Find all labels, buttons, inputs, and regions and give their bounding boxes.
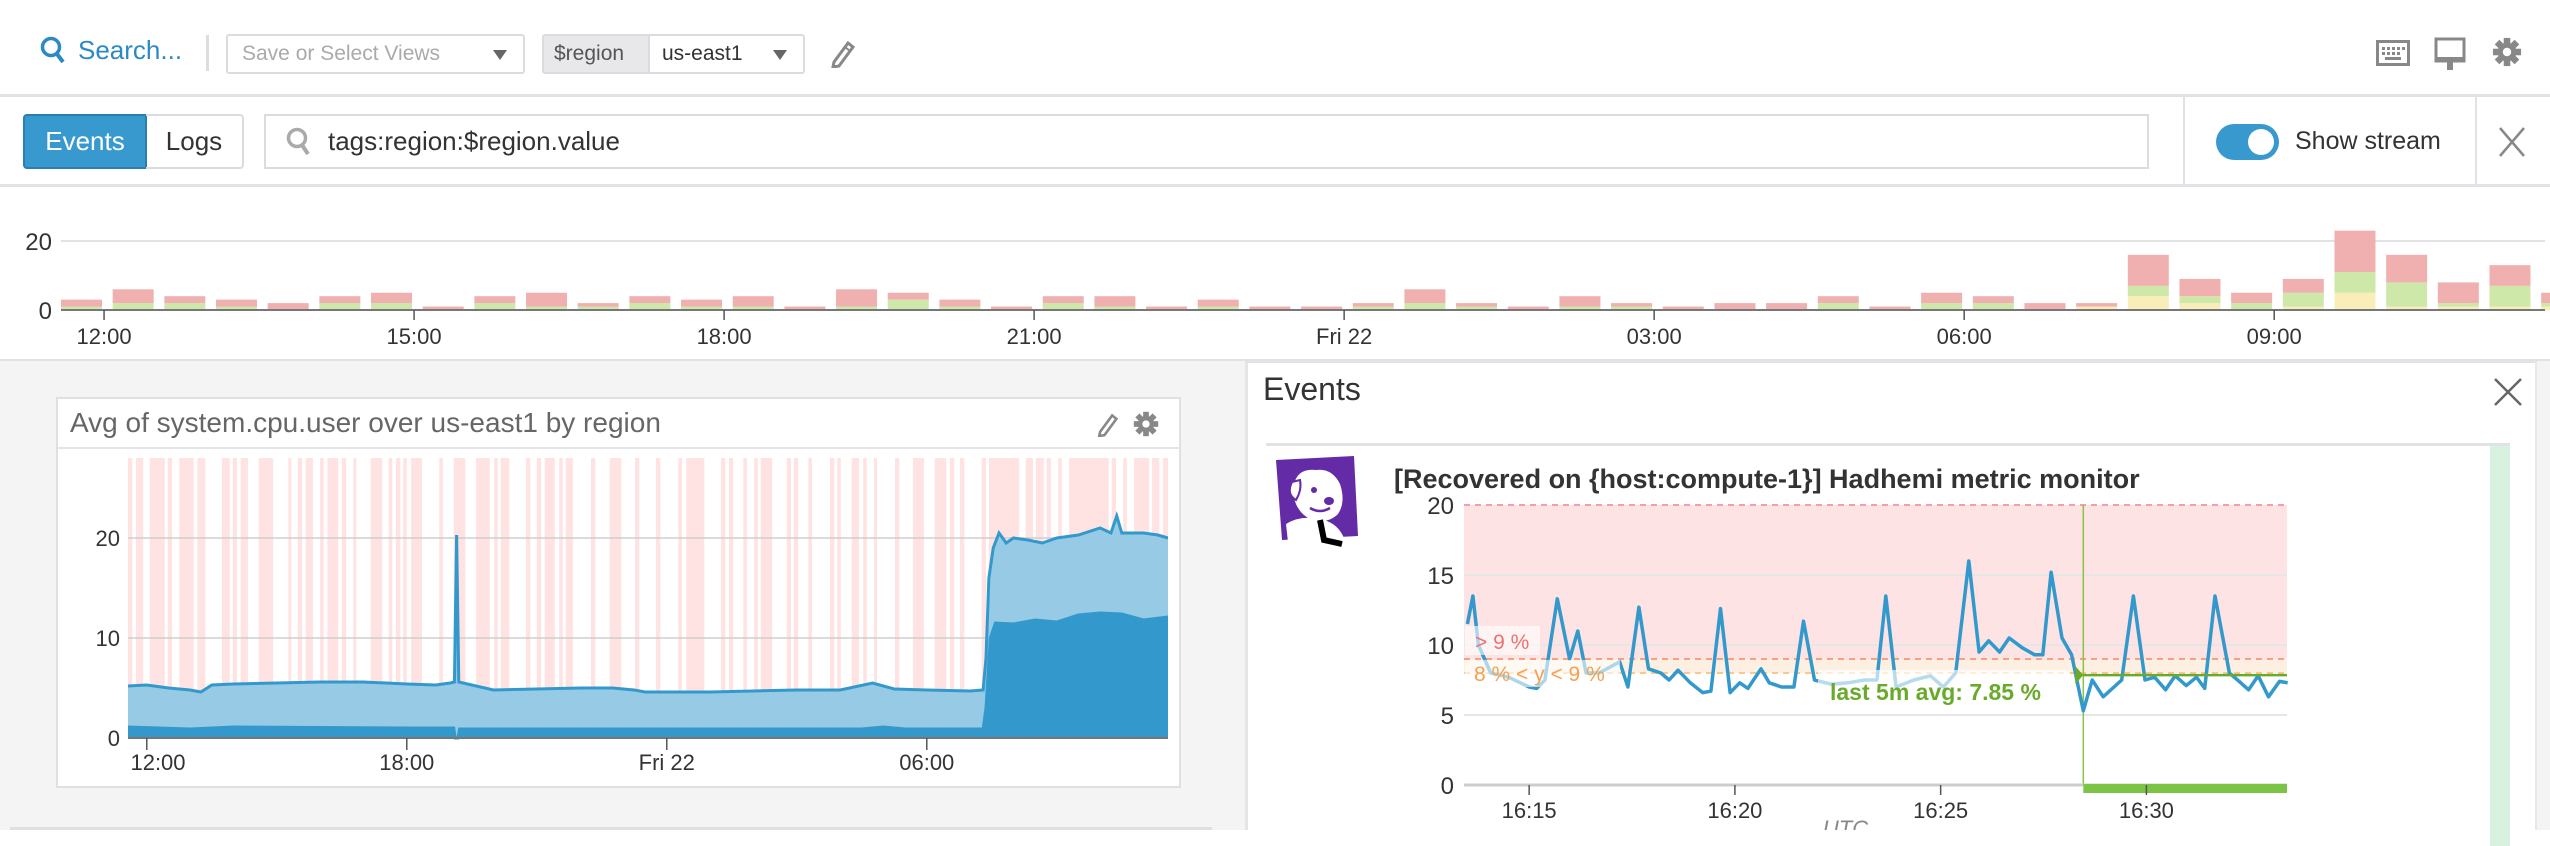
histogram-bar-segment [1972,303,2014,310]
histogram-bar-segment [2282,292,2324,307]
close-icon[interactable] [2493,377,2523,407]
histogram-bar-segment [2541,292,2550,304]
histogram-bar-segment [1921,303,1963,310]
histogram-bar-segment [2386,282,2428,307]
histogram-bar-segment [1766,303,1808,310]
toggle-knob [2248,129,2274,155]
histogram-bar-segment [1404,303,1446,310]
x-tick-label: 03:00 [1627,324,1682,349]
y-tick-label: 10 [96,626,120,651]
close-icon[interactable] [2498,126,2526,158]
monitor-icon[interactable] [2434,37,2466,71]
x-tick-label: Fri 22 [1316,324,1372,349]
histogram-bar-segment [2334,230,2376,273]
events-panel-title: Events [1263,371,1361,407]
histogram-bar-segment [2076,303,2118,307]
histogram-bar-segment [2179,303,2221,310]
histogram-bar-segment [1404,289,1446,304]
histogram-bar-segment [2179,296,2221,304]
gear-icon[interactable] [2492,36,2522,68]
histogram-bar-segment [2179,278,2221,297]
right-gutter [2535,361,2550,830]
event-card[interactable]: [Recovered on {host:compute-1}] Hadhemi … [1266,443,2510,846]
histogram-bar-segment [2489,285,2531,307]
histogram-bar-segment [2334,292,2376,310]
plot-area [128,458,1168,740]
x-tick-label: 09:00 [2247,324,2302,349]
histogram-bar-segment [2231,292,2273,304]
histogram-bar-segment [2231,303,2273,310]
histogram-bar-segment [1817,296,1859,304]
x-tick-label: 18:00 [379,750,434,775]
x-tick-label: 06:00 [1937,324,1992,349]
histogram-bar-segment [2127,254,2169,286]
histogram-bar-segment [2127,296,2169,310]
histogram-bar-segment [1611,303,1653,307]
histogram-bar-segment [2437,282,2479,304]
show-stream-toggle[interactable] [2216,124,2279,160]
show-stream-label: Show stream [2295,127,2441,155]
histogram-bar-segment [2334,272,2376,293]
histogram-bar-segment [2282,278,2324,293]
y-tick-label: 20 [96,526,120,551]
histogram-bar-segment [1456,303,1498,307]
histogram-bar-segment [2024,303,2066,310]
histogram-bar-segment [1714,303,1756,310]
histogram-bar-segment [1921,292,1963,304]
histogram-bar-segment [1559,296,1601,307]
event-title[interactable]: [Recovered on {host:compute-1}] Hadhemi … [1394,464,2140,495]
x-tick-label: Fri 22 [639,750,695,775]
x-tick-label: 06:00 [899,750,954,775]
divider [2183,97,2185,187]
x-tick-label: 12:00 [130,750,185,775]
histogram-bar-segment [1352,303,1394,307]
histogram-bar-segment [2127,285,2169,297]
histogram-bar-segment [2437,303,2479,307]
cpu-timeseries-chart[interactable]: 0 10 20 12:00 18:00 Fri 22 06:00 [0,0,1245,830]
histogram-bar-segment [2386,254,2428,283]
datadog-logo-avatar [1276,456,1358,547]
divider [2475,97,2477,187]
histogram-bar-segment [1817,303,1859,310]
y-tick-label: 0 [108,726,120,751]
keyboard-icon[interactable] [2376,40,2410,66]
histogram-bar-segment [2489,265,2531,286]
events-panel: Events [Recovered on {host:compute-1}] H… [1245,361,2535,846]
histogram-bar-segment [1972,296,2014,304]
histogram-bar-segment [2541,303,2550,307]
event-status-strip [2490,446,2510,846]
